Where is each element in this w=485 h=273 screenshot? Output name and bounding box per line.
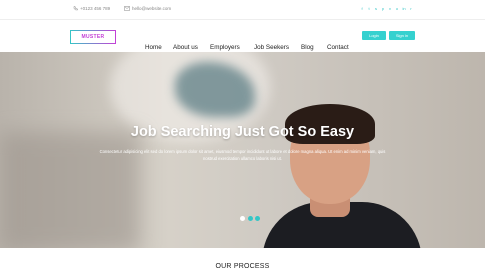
nav-item-employers[interactable]: Employers	[210, 44, 240, 51]
nav-item-home[interactable]: Home	[145, 44, 162, 51]
instagram-icon[interactable]: o	[395, 7, 399, 11]
facebook-icon[interactable]: f	[360, 7, 364, 11]
hero-slider: Job Searching Just Got So Easy Consectet…	[0, 52, 485, 248]
slider-dot[interactable]	[240, 216, 245, 221]
email-contact[interactable]: hello@website.com	[124, 6, 171, 11]
social-links: f t s p v o in r	[360, 7, 413, 11]
linkedin-icon[interactable]: in	[402, 7, 406, 11]
logo-text: MUSTER	[81, 34, 105, 40]
nav-item-job-seekers[interactable]: Job Seekers	[254, 44, 289, 51]
slider-dots	[240, 216, 260, 221]
vine-icon[interactable]: v	[388, 7, 392, 11]
login-button[interactable]: Login	[362, 31, 386, 40]
nav-item-blog[interactable]: Blog	[301, 44, 314, 51]
twitter-icon[interactable]: t	[367, 7, 371, 11]
rss-icon[interactable]: r	[409, 7, 413, 11]
nav-item-contact[interactable]: Contact	[327, 44, 349, 51]
slider-dot[interactable]	[247, 216, 253, 221]
skype-icon[interactable]: s	[374, 7, 378, 11]
nav-item-about-us[interactable]: About us	[173, 44, 198, 51]
phone-number: +0123 456 789	[80, 6, 111, 11]
phone-contact[interactable]: +0123 456 789	[73, 6, 110, 11]
hero-description: Consectetur adipisicing elit sed do lore…	[99, 149, 386, 161]
logo[interactable]: MUSTER	[70, 30, 116, 44]
signup-button[interactable]: Sign in	[389, 31, 415, 40]
top-bar: +0123 456 789 hello@website.com f t s p …	[0, 0, 485, 20]
email-address: hello@website.com	[132, 6, 172, 11]
hero-title: Job Searching Just Got So Easy	[130, 124, 355, 140]
phone-icon	[73, 6, 78, 11]
section-heading-process: OUR PROCESS	[215, 263, 270, 270]
mail-icon	[124, 6, 130, 11]
pinterest-icon[interactable]: p	[381, 7, 385, 11]
slider-dot[interactable]	[255, 216, 260, 221]
